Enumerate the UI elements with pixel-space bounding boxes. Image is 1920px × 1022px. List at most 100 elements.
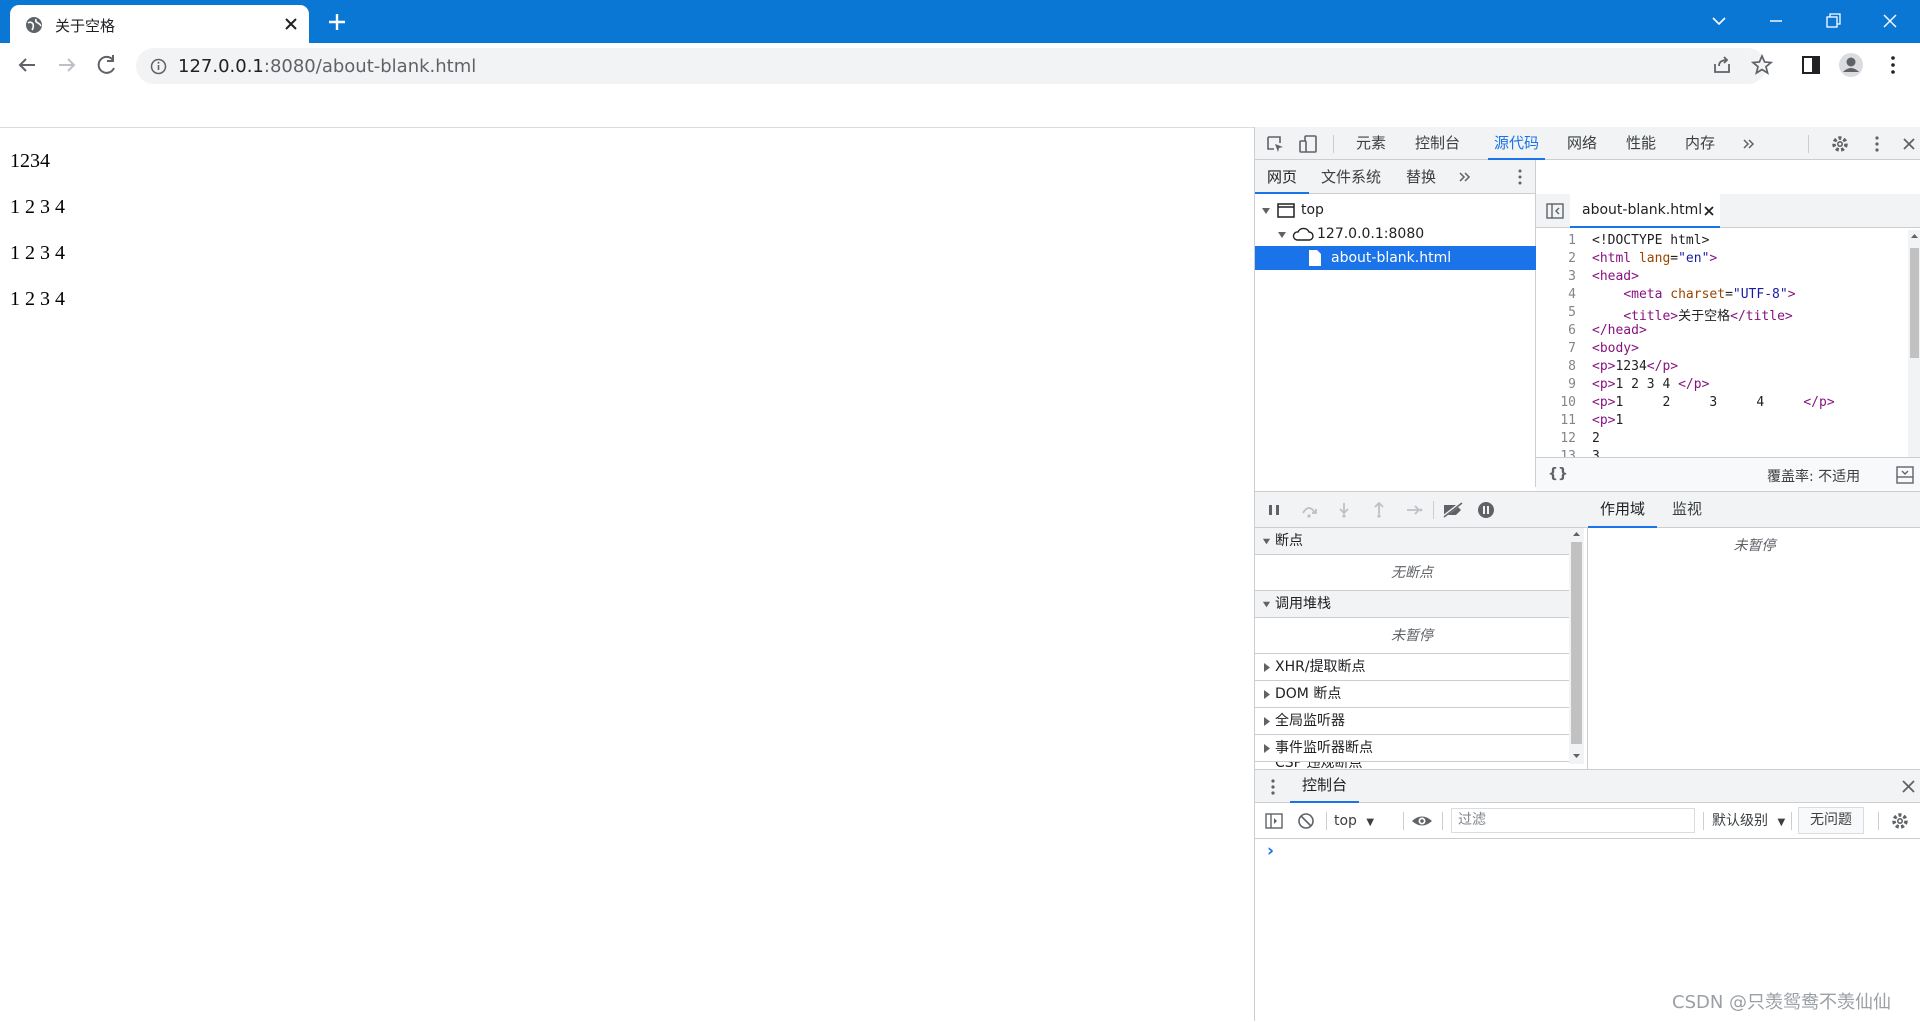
step-into-icon[interactable] bbox=[1335, 501, 1353, 519]
browser-tab[interactable]: 关于空格 bbox=[10, 5, 309, 43]
tab-sources[interactable]: 源代码 bbox=[1488, 127, 1546, 160]
toggle-navigator-icon[interactable] bbox=[1546, 203, 1564, 219]
tab-scope[interactable]: 作用域 bbox=[1588, 492, 1658, 528]
tab-filesystem[interactable]: 文件系统 bbox=[1321, 160, 1381, 194]
line-number: 8 bbox=[1568, 359, 1576, 374]
tab-page[interactable]: 网页 bbox=[1255, 160, 1310, 194]
editor-status-bar: {} 覆盖率: 不适用 bbox=[1536, 457, 1920, 491]
globe-icon bbox=[26, 17, 42, 33]
address-bar[interactable]: 127.0.0.1:8080/about-blank.html bbox=[136, 48, 1766, 84]
back-button[interactable] bbox=[13, 51, 41, 79]
new-tab-button[interactable] bbox=[325, 10, 349, 34]
log-level-selector[interactable]: 默认级别 ▼ bbox=[1704, 803, 1785, 839]
scope-tabs: 作用域 监视 bbox=[1588, 492, 1920, 528]
tab-watch[interactable]: 监视 bbox=[1672, 492, 1702, 528]
more-vert-icon[interactable] bbox=[1511, 168, 1529, 186]
forward-button[interactable] bbox=[53, 51, 81, 79]
tab-overrides[interactable]: 替换 bbox=[1406, 160, 1436, 194]
profile-avatar[interactable] bbox=[1838, 52, 1864, 78]
gear-icon[interactable] bbox=[1830, 134, 1850, 154]
side-panel-icon[interactable] bbox=[1798, 52, 1824, 78]
context-selector[interactable]: top ▼ bbox=[1334, 803, 1374, 839]
share-icon[interactable] bbox=[1709, 52, 1735, 78]
tab-drawer-console[interactable]: 控制台 bbox=[1290, 770, 1360, 803]
toggle-sidebar-icon[interactable] bbox=[1896, 466, 1914, 484]
file-icon bbox=[1309, 250, 1321, 266]
deactivate-breakpoints-icon[interactable] bbox=[1441, 501, 1465, 519]
more-vert-icon[interactable] bbox=[1867, 134, 1887, 154]
step-over-icon[interactable] bbox=[1300, 501, 1318, 519]
step-out-icon[interactable] bbox=[1370, 501, 1388, 519]
info-icon[interactable] bbox=[150, 58, 167, 75]
line-number: 10 bbox=[1560, 395, 1576, 410]
sidebar-scrollbar[interactable] bbox=[1569, 528, 1584, 764]
tab-strip: 关于空格 bbox=[0, 0, 1920, 43]
console-toolbar: top ▼ 过滤 默认级别 ▼ 无问题 bbox=[1255, 803, 1920, 839]
tab-title: 关于空格 bbox=[55, 17, 116, 35]
issues-button[interactable]: 无问题 bbox=[1798, 807, 1864, 834]
more-vert-icon[interactable] bbox=[1880, 52, 1906, 78]
tab-performance[interactable]: 性能 bbox=[1626, 127, 1656, 160]
chevron-down-icon[interactable] bbox=[1704, 6, 1734, 36]
step-icon[interactable] bbox=[1405, 501, 1423, 519]
navigator-tabs: 网页 文件系统 替换 bbox=[1255, 160, 1536, 194]
pause-icon[interactable] bbox=[1265, 501, 1283, 519]
tree-item-file[interactable]: about-blank.html bbox=[1255, 246, 1536, 270]
line-number: 11 bbox=[1560, 413, 1576, 428]
tree-item-origin[interactable]: 127.0.0.1:8080 bbox=[1255, 222, 1536, 246]
triangle-down-icon bbox=[1262, 601, 1271, 608]
callstack-header[interactable]: 调用堆栈 bbox=[1255, 591, 1569, 618]
section-event-listener-breakpoints[interactable]: 事件监听器断点 bbox=[1255, 735, 1569, 762]
eye-icon[interactable] bbox=[1411, 812, 1433, 830]
code-line: <meta charset="UTF-8"> bbox=[1623, 287, 1796, 302]
inspect-element-icon[interactable] bbox=[1265, 134, 1285, 154]
more-vert-icon[interactable] bbox=[1269, 777, 1277, 797]
minimize-button[interactable] bbox=[1761, 6, 1791, 36]
reload-button[interactable] bbox=[93, 51, 121, 79]
file-navigator: top 127.0.0.1:8080 about-blank.html bbox=[1255, 194, 1536, 487]
editor-tab[interactable]: about-blank.html bbox=[1570, 194, 1720, 228]
browser-toolbar: 127.0.0.1:8080/about-blank.html bbox=[0, 43, 1920, 87]
close-icon[interactable] bbox=[1900, 778, 1917, 795]
code-line: <body> bbox=[1592, 341, 1639, 356]
pause-on-exceptions-icon[interactable] bbox=[1477, 501, 1495, 519]
code-area[interactable]: 1 <!DOCTYPE html> 2 <html lang="en"> 3 <head>… bbox=[1536, 228, 1908, 492]
restore-button[interactable] bbox=[1818, 6, 1848, 36]
star-icon[interactable] bbox=[1749, 52, 1775, 78]
line-number: 2 bbox=[1568, 251, 1576, 266]
code-line: <p>1 2 3 4 </p> bbox=[1592, 395, 1835, 410]
clear-console-icon[interactable] bbox=[1297, 812, 1315, 830]
tab-console[interactable]: 控制台 bbox=[1415, 127, 1460, 160]
code-line: <title>关于空格</title> bbox=[1623, 309, 1793, 324]
triangle-down-icon bbox=[1278, 232, 1286, 238]
close-icon[interactable] bbox=[281, 14, 301, 34]
close-icon[interactable] bbox=[1900, 135, 1918, 153]
scope-panel: 作用域 监视 未暂停 bbox=[1588, 492, 1920, 770]
gear-icon[interactable] bbox=[1890, 811, 1910, 831]
section-xhr-breakpoints[interactable]: XHR/提取断点 bbox=[1255, 654, 1569, 681]
tab-elements[interactable]: 元素 bbox=[1356, 127, 1386, 160]
toolbar-divider bbox=[1433, 501, 1434, 519]
line-number: 12 bbox=[1560, 431, 1576, 446]
editor-scrollbar[interactable] bbox=[1908, 230, 1920, 486]
device-toolbar-icon[interactable] bbox=[1298, 134, 1318, 154]
section-global-listeners[interactable]: 全局监听器 bbox=[1255, 708, 1569, 735]
dropdown-arrow-icon: ▼ bbox=[1366, 817, 1375, 828]
tree-item-top[interactable]: top bbox=[1255, 198, 1536, 222]
paragraph: 1 2 3 4 bbox=[10, 196, 65, 218]
console-filter-input[interactable]: 过滤 bbox=[1451, 808, 1695, 833]
close-icon[interactable] bbox=[1704, 206, 1714, 216]
sidebar-toggle-icon[interactable] bbox=[1265, 812, 1283, 830]
page-viewport: 1234 1 2 3 4 1 2 3 4 1 2 3 4 bbox=[0, 128, 1254, 1021]
tab-network[interactable]: 网络 bbox=[1567, 127, 1597, 160]
tab-memory[interactable]: 内存 bbox=[1685, 127, 1715, 160]
more-tabs-icon[interactable] bbox=[1458, 170, 1472, 184]
debugger-toolbar bbox=[1255, 492, 1588, 528]
close-window-button[interactable] bbox=[1875, 6, 1905, 36]
breakpoints-empty: 无断点 bbox=[1255, 555, 1569, 591]
more-tabs-icon[interactable] bbox=[1742, 137, 1756, 151]
line-number: 4 bbox=[1568, 287, 1576, 302]
section-dom-breakpoints[interactable]: DOM 断点 bbox=[1255, 681, 1569, 708]
breakpoints-header[interactable]: 断点 bbox=[1255, 528, 1569, 555]
pretty-print-button[interactable]: {} bbox=[1548, 466, 1568, 482]
